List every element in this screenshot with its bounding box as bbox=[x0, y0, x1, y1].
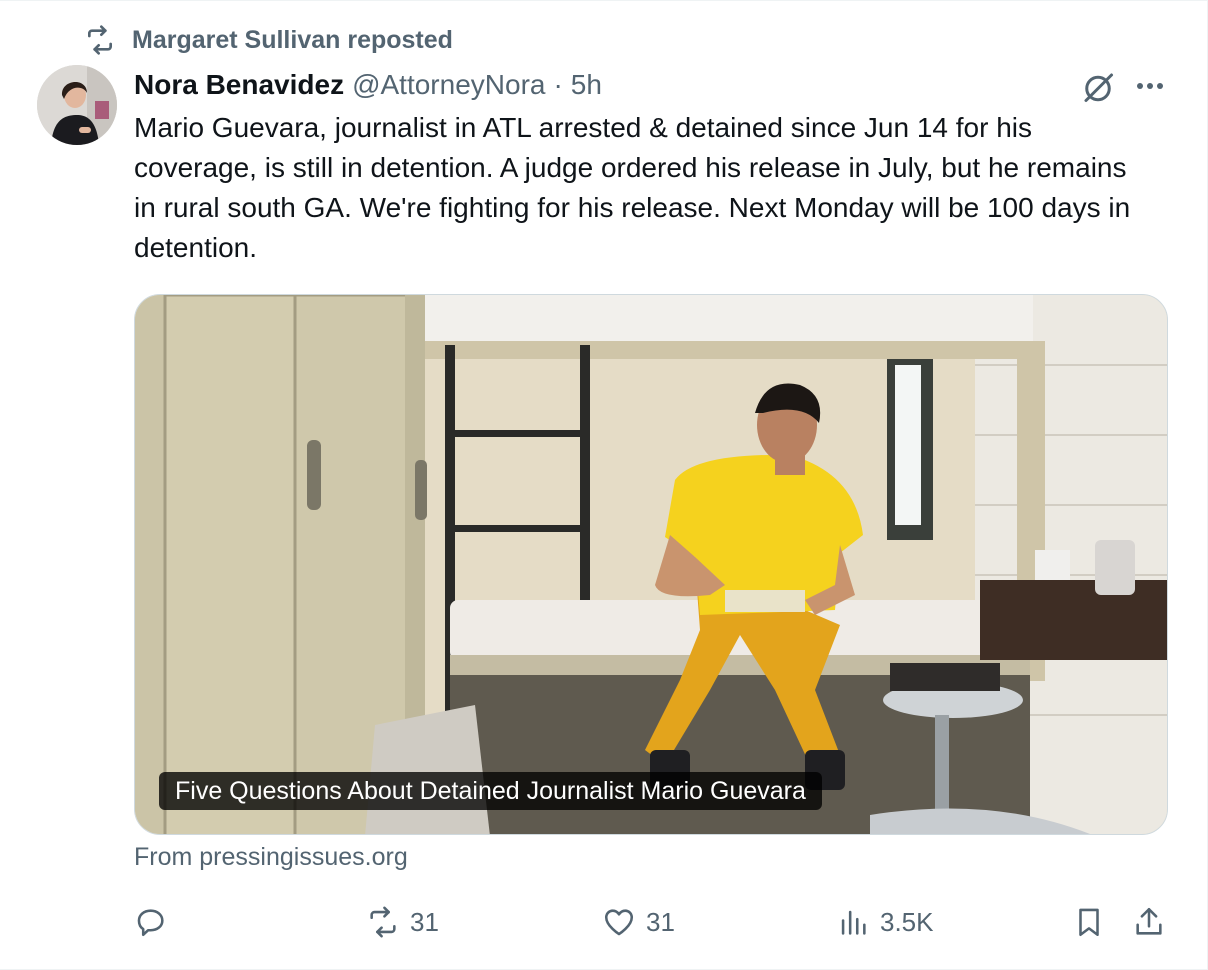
heart-icon bbox=[604, 909, 634, 936]
tweet-actions: 31 31 3.5K bbox=[0, 896, 1208, 948]
media-caption: Five Questions About Detained Journalist… bbox=[159, 772, 822, 810]
repost-context[interactable]: Margaret Sullivan reposted bbox=[84, 23, 453, 57]
timestamp[interactable]: 5h bbox=[571, 69, 602, 101]
reply-icon bbox=[137, 909, 164, 937]
tweet-card[interactable]: Margaret Sullivan reposted Nora Benavide… bbox=[0, 0, 1208, 970]
separator: · bbox=[553, 69, 563, 100]
repost-label: Margaret Sullivan reposted bbox=[132, 25, 453, 54]
tweet-text: Mario Guevara, journalist in ATL arreste… bbox=[134, 112, 1131, 263]
repost-button[interactable]: 31 bbox=[366, 896, 439, 948]
grok-icon[interactable] bbox=[1080, 69, 1116, 105]
bookmark-button[interactable] bbox=[1072, 896, 1106, 948]
author-handle[interactable]: @AttorneyNora bbox=[352, 69, 545, 101]
like-count: 31 bbox=[646, 906, 675, 937]
link-source[interactable]: From pressingissues.org bbox=[134, 843, 408, 872]
tweet-header: Nora Benavidez @AttorneyNora · 5h bbox=[134, 65, 602, 105]
author-name[interactable]: Nora Benavidez bbox=[134, 69, 344, 101]
views-button[interactable]: 3.5K bbox=[836, 896, 934, 948]
avatar[interactable] bbox=[37, 65, 117, 145]
reply-button[interactable] bbox=[134, 896, 168, 948]
source-prefix: From bbox=[134, 843, 193, 871]
more-options-icon[interactable] bbox=[1132, 71, 1168, 101]
link-card-media[interactable]: Five Questions About Detained Journalist… bbox=[134, 294, 1168, 835]
bookmark-icon bbox=[1079, 908, 1099, 937]
share-icon bbox=[1136, 907, 1162, 935]
like-button[interactable]: 31 bbox=[602, 896, 675, 948]
views-icon bbox=[841, 910, 866, 935]
repost-count: 31 bbox=[410, 906, 439, 937]
repost-icon bbox=[88, 25, 112, 55]
repost-icon bbox=[370, 906, 396, 938]
source-domain[interactable]: pressingissues.org bbox=[199, 843, 407, 871]
views-count: 3.5K bbox=[880, 906, 934, 937]
share-button[interactable] bbox=[1132, 896, 1166, 948]
cell-photo bbox=[135, 295, 1167, 834]
